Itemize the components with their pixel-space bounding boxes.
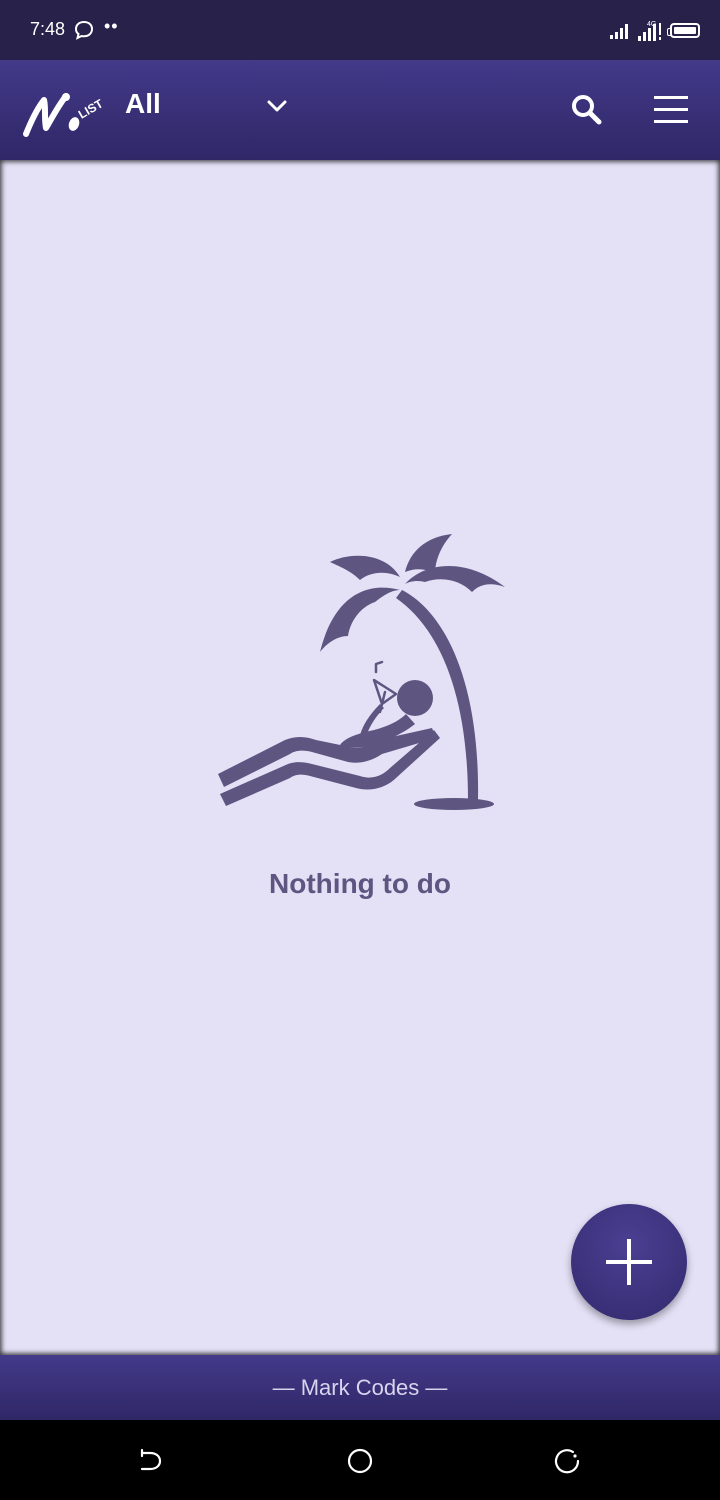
battery-icon — [667, 22, 700, 38]
status-bar: 7:48 •• 4G — [0, 0, 720, 60]
filter-title[interactable]: All — [125, 88, 161, 120]
status-indicators: 4G — [610, 18, 700, 42]
search-icon[interactable] — [568, 90, 604, 130]
signal-4g-icon: 4G — [638, 21, 661, 41]
chat-bubble-icon — [74, 20, 94, 40]
empty-state-message: Nothing to do — [269, 868, 451, 899]
recent-apps-icon[interactable] — [553, 1447, 581, 1475]
task-list-area[interactable]: Nothing to do — [0, 160, 720, 1355]
logo-text: LIST — [76, 96, 106, 121]
menu-icon[interactable] — [652, 94, 692, 126]
plus-icon — [606, 1239, 652, 1285]
signal-icon — [610, 24, 628, 39]
home-icon[interactable] — [346, 1447, 374, 1475]
app-bar: LIST All — [0, 60, 720, 160]
notification-dots: •• — [104, 16, 119, 36]
add-task-button[interactable] — [571, 1204, 687, 1320]
app-logo: LIST — [23, 93, 106, 137]
back-icon[interactable] — [138, 1448, 164, 1474]
system-nav-bar — [0, 1420, 720, 1500]
footer-credit: — Mark Codes — — [0, 1355, 720, 1420]
chevron-down-icon[interactable] — [264, 96, 290, 116]
palm-tree-relaxing-icon — [218, 534, 505, 810]
status-time: 7:48 — [30, 19, 66, 39]
